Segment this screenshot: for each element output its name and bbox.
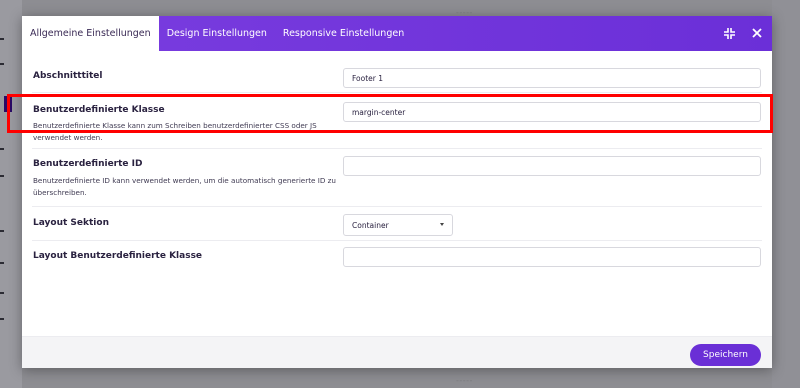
chevron-down-icon: [440, 223, 444, 226]
custom-id-input[interactable]: [343, 156, 761, 176]
bg-tick: [0, 63, 4, 65]
form-row-layout-section: Layout Sektion Container: [32, 207, 762, 241]
background-label-bottom: -----: [456, 376, 473, 385]
custom-class-label: Benutzerdefinierte Klasse: [33, 105, 165, 115]
close-icon-glyph: [752, 28, 762, 38]
compress-icon-glyph: [723, 27, 735, 39]
layout-section-selected-value: Container: [352, 220, 389, 230]
custom-id-label: Benutzerdefinierte ID: [33, 159, 143, 169]
tab-general-settings[interactable]: Allgemeine Einstellungen: [22, 16, 159, 51]
form-row-section-title: Abschnitttitel Footer 1: [32, 63, 762, 93]
settings-modal: Allgemeine Einstellungen Design Einstell…: [22, 16, 772, 368]
background-accent: [4, 96, 12, 112]
compress-icon[interactable]: [722, 26, 736, 40]
bg-tick: [0, 262, 4, 264]
bg-tick: [0, 175, 4, 177]
close-icon[interactable]: [750, 26, 764, 40]
bg-tick: [0, 292, 4, 294]
bg-tick: [0, 38, 4, 40]
modal-footer: Speichern: [22, 336, 772, 368]
section-title-label: Abschnitttitel: [33, 71, 103, 81]
form-row-layout-custom-class: Layout Benutzerdefinierte Klasse: [32, 241, 762, 273]
bg-tick: [0, 318, 4, 320]
custom-id-description: Benutzerdefinierte ID kann verwendet wer…: [33, 176, 336, 197]
tab-design-settings[interactable]: Design Einstellungen: [159, 16, 275, 51]
modal-header: Allgemeine Einstellungen Design Einstell…: [22, 16, 772, 51]
section-title-input[interactable]: Footer 1: [343, 68, 761, 88]
save-button[interactable]: Speichern: [690, 344, 761, 366]
tab-responsive-settings[interactable]: Responsive Einstellungen: [275, 16, 412, 51]
custom-class-description: Benutzerdefinierte Klasse kann zum Schre…: [33, 121, 317, 142]
custom-class-input[interactable]: margin-center: [343, 102, 761, 122]
form-row-custom-class: Benutzerdefinierte Klasse Benutzerdefini…: [32, 93, 762, 149]
form-row-custom-id: Benutzerdefinierte ID Benutzerdefinierte…: [32, 149, 762, 207]
background-sidebar: [0, 0, 22, 388]
bg-tick: [0, 148, 4, 150]
layout-section-select[interactable]: Container: [343, 214, 453, 236]
modal-body: Abschnitttitel Footer 1 Benutzerdefinier…: [22, 51, 772, 336]
background-right-panel: [772, 0, 800, 388]
layout-section-label: Layout Sektion: [33, 218, 109, 228]
layout-custom-class-label: Layout Benutzerdefinierte Klasse: [33, 251, 203, 261]
bg-tick: [0, 230, 4, 232]
layout-custom-class-input[interactable]: [343, 247, 761, 267]
